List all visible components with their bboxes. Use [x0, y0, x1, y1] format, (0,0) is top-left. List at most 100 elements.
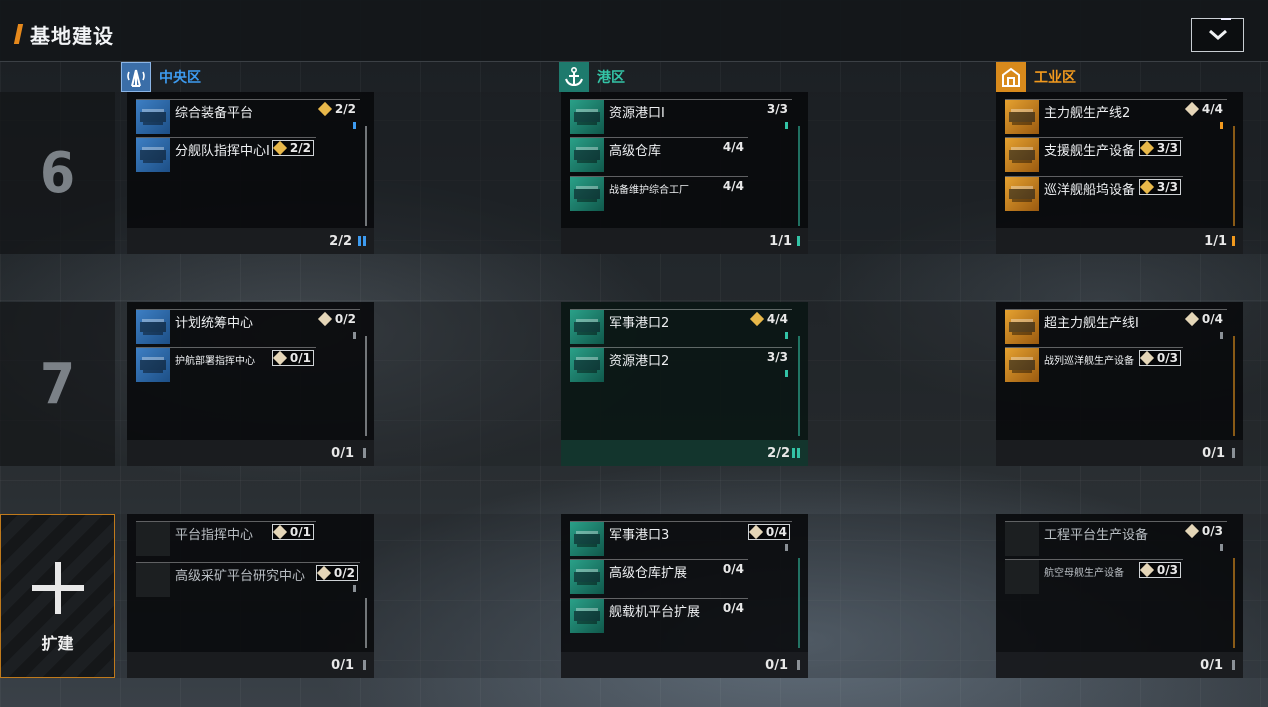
- panel-count: 0/1: [331, 658, 354, 673]
- status-tick: [785, 544, 788, 551]
- panel-count: 0/1: [1202, 446, 1225, 461]
- connector-line: [798, 336, 800, 436]
- panel-port-level-7: 军事港口2 4/4 资源港口2 3/3 2/2: [561, 302, 808, 466]
- collapse-button[interactable]: [1191, 18, 1244, 52]
- building-level: 3/3: [1138, 140, 1181, 156]
- connector-line: [798, 126, 800, 226]
- page-title: 基地建设: [30, 24, 114, 48]
- status-tick: [1220, 122, 1223, 129]
- anchor-icon: [559, 62, 589, 92]
- building-card[interactable]: 资源港口2 3/3: [570, 347, 792, 382]
- factory-icon: [996, 62, 1026, 92]
- panel-count: 2/2: [329, 234, 352, 249]
- building-thumbnail: [136, 100, 170, 134]
- connector-line: [1233, 126, 1235, 226]
- building-thumbnail: [570, 348, 604, 382]
- panel-industrial-level-6: 主力舰生产线2 4/4 支援舰生产设备 3/3 巡洋舰船坞设备 3/3 1/1: [996, 92, 1243, 254]
- panel-central-level-6: 综合装备平台 2/2 分舰队指挥中心I 2/2 2/2: [127, 92, 374, 254]
- upgrade-diamond-icon: [1184, 523, 1199, 539]
- building-card[interactable]: 分舰队指挥中心I 2/2: [136, 137, 316, 172]
- building-thumbnail: [1005, 100, 1039, 134]
- building-level: 4/4: [722, 179, 744, 193]
- connector-line: [365, 598, 367, 648]
- building-thumbnail: [1005, 560, 1039, 594]
- status-tick: [785, 370, 788, 377]
- building-level: 4/4: [722, 140, 744, 154]
- progress-bars: [1232, 236, 1235, 246]
- panel-central-expand: 平台指挥中心 0/1 高级采矿平台研究中心 0/2 0/1: [127, 514, 374, 678]
- building-name: 舰载机平台扩展: [609, 605, 701, 620]
- building-name: 资源港口I: [609, 106, 665, 121]
- building-card[interactable]: 综合装备平台 2/2: [136, 99, 360, 134]
- panel-industrial-expand: 工程平台生产设备 0/3 航空母舰生产设备 0/3 0/1: [996, 514, 1243, 678]
- expand-label: 扩建: [41, 634, 74, 653]
- status-tick: [1220, 544, 1223, 551]
- signal-tower-icon: [121, 62, 151, 92]
- building-card[interactable]: 军事港口2 4/4: [570, 309, 792, 344]
- building-card[interactable]: 高级采矿平台研究中心 0/2: [136, 562, 360, 597]
- progress-bars: [1232, 448, 1235, 458]
- building-card[interactable]: 航空母舰生产设备 0/3: [1005, 559, 1183, 594]
- upgrade-diamond-icon: [317, 311, 332, 327]
- building-card[interactable]: 支援舰生产设备 3/3: [1005, 137, 1183, 172]
- chevron-down-icon: [1209, 29, 1227, 40]
- upgrade-diamond-icon: [1184, 311, 1199, 327]
- building-thumbnail: [1005, 310, 1039, 344]
- building-thumbnail: [1005, 348, 1039, 382]
- building-card[interactable]: 军事港口3 0/4: [570, 521, 792, 556]
- building-thumbnail: [136, 310, 170, 344]
- building-card[interactable]: 护航部署指挥中心 0/1: [136, 347, 316, 382]
- building-name: 巡洋舰船坞设备: [1044, 183, 1136, 198]
- connector-line: [1233, 336, 1235, 436]
- panel-count: 2/2: [767, 446, 790, 461]
- upgrade-diamond-icon: [1139, 179, 1154, 195]
- building-thumbnail: [1005, 138, 1039, 172]
- building-name: 支援舰生产设备: [1044, 144, 1136, 159]
- building-thumbnail: [570, 599, 604, 633]
- building-card[interactable]: 舰载机平台扩展 0/4: [570, 598, 748, 633]
- level-label-7: 7: [0, 302, 115, 466]
- building-card[interactable]: 巡洋舰船坞设备 3/3: [1005, 176, 1183, 211]
- progress-bars: [792, 448, 800, 458]
- building-card[interactable]: 平台指挥中心 0/1: [136, 521, 316, 556]
- connector-line: [798, 558, 800, 648]
- panel-count: 1/1: [769, 234, 792, 249]
- building-card[interactable]: 战列巡洋舰生产设备 0/3: [1005, 347, 1183, 382]
- building-card[interactable]: 资源港口I 3/3: [570, 99, 792, 134]
- zone-header-port: 港区: [559, 62, 625, 92]
- upgrade-diamond-icon: [272, 140, 287, 156]
- expand-button[interactable]: 扩建: [0, 514, 115, 678]
- building-level: 0/3: [1138, 350, 1181, 366]
- upgrade-diamond-icon: [317, 101, 332, 117]
- upgrade-diamond-icon: [749, 311, 764, 327]
- panel-port-level-6: 资源港口I 3/3 高级仓库 4/4 战备维护综合工厂 4/4 1/1: [561, 92, 808, 254]
- progress-bars: [358, 236, 366, 246]
- building-card[interactable]: 计划统筹中心 0/2: [136, 309, 360, 344]
- panel-industrial-level-7: 超主力舰生产线I 0/4 战列巡洋舰生产设备 0/3 0/1: [996, 302, 1243, 466]
- building-name: 高级仓库: [609, 144, 662, 159]
- building-name: 高级仓库扩展: [609, 566, 688, 581]
- building-name: 超主力舰生产线I: [1044, 316, 1139, 331]
- building-level: 0/3: [1138, 562, 1181, 578]
- building-card[interactable]: 高级仓库扩展 0/4: [570, 559, 748, 594]
- upgrade-diamond-icon: [1139, 350, 1154, 366]
- building-name: 军事港口3: [609, 528, 670, 543]
- building-name: 高级采矿平台研究中心: [175, 569, 306, 584]
- top-bar: 基地建设: [0, 0, 1268, 62]
- building-level: 4/4: [749, 311, 790, 327]
- level-label-6: 6: [0, 92, 115, 254]
- title-accent-mark: [13, 24, 24, 44]
- building-card[interactable]: 工程平台生产设备 0/3: [1005, 521, 1227, 556]
- status-tick: [353, 585, 356, 592]
- building-level: 0/3: [1184, 523, 1225, 539]
- building-card[interactable]: 战备维护综合工厂 4/4: [570, 176, 748, 211]
- building-thumbnail: [570, 138, 604, 172]
- building-level: 4/4: [1184, 101, 1225, 117]
- building-name: 军事港口2: [609, 316, 670, 331]
- building-level: 0/2: [317, 311, 358, 327]
- building-card[interactable]: 主力舰生产线2 4/4: [1005, 99, 1227, 134]
- building-card[interactable]: 超主力舰生产线I 0/4: [1005, 309, 1227, 344]
- connector-line: [365, 336, 367, 436]
- building-name: 航空母舰生产设备: [1044, 568, 1124, 579]
- building-card[interactable]: 高级仓库 4/4: [570, 137, 748, 172]
